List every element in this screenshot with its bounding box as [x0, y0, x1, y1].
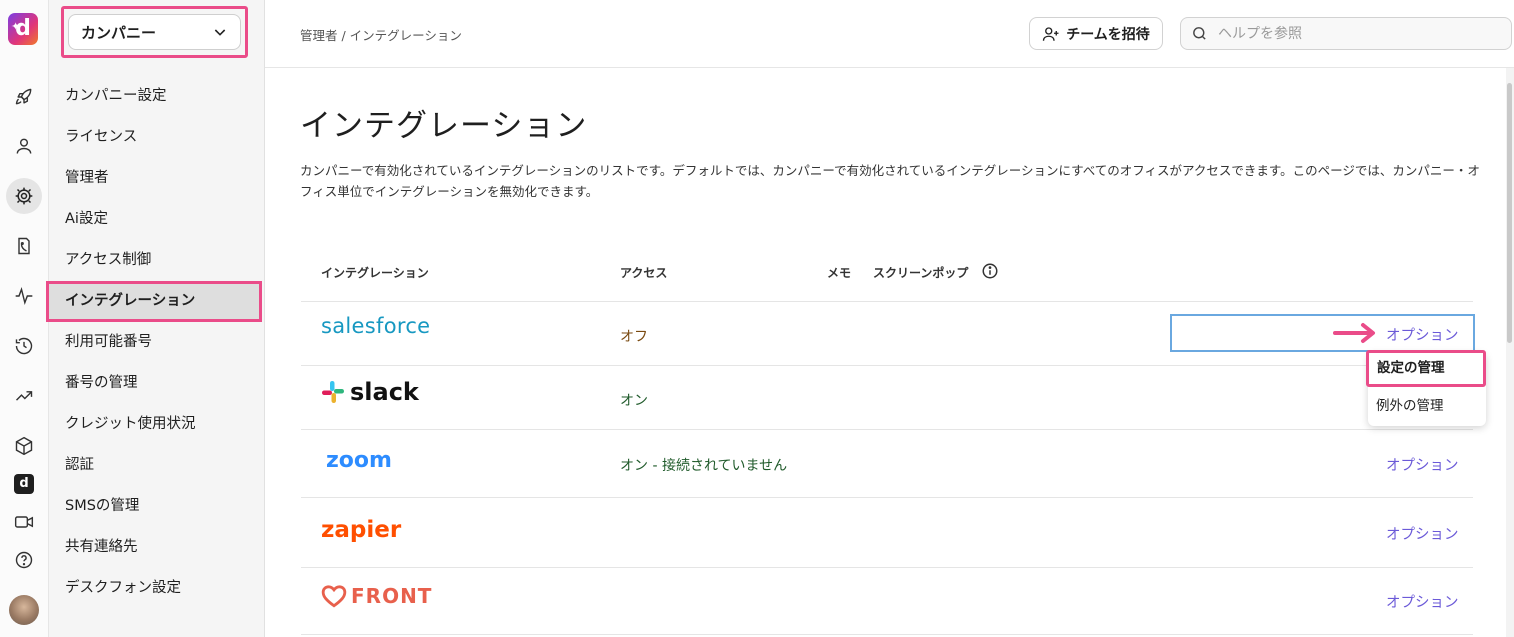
sidebar-item-sms-management[interactable]: SMSの管理 [49, 486, 264, 527]
chevron-down-icon [214, 29, 226, 36]
cube-icon[interactable] [6, 428, 42, 464]
invite-team-label: チームを招待 [1066, 26, 1150, 43]
menu-item-manage-exceptions[interactable]: 例外の管理 [1368, 394, 1486, 418]
history-icon[interactable] [6, 328, 42, 364]
trend-up-icon[interactable] [6, 378, 42, 414]
column-header-screenpop: スクリーンポップ [873, 266, 969, 280]
person-icon[interactable] [6, 128, 42, 164]
front-wordmark: FRONT [351, 584, 433, 608]
help-search[interactable] [1180, 17, 1512, 50]
sidebar-item-ai-settings[interactable]: Ai設定 [49, 199, 264, 240]
zoom-options-link[interactable]: オプション [1386, 454, 1459, 475]
column-header-integration: インテグレーション [321, 266, 429, 280]
info-icon[interactable] [981, 262, 999, 280]
sidebar-item-licenses[interactable]: ライセンス [49, 117, 264, 158]
page-description: カンパニーで有効化されているインテグレーションのリストです。デフォルトでは、カン… [300, 163, 1480, 199]
sidebar-item-authentication[interactable]: 認証 [49, 445, 264, 486]
row-divider [301, 634, 1473, 635]
row-divider [301, 365, 1473, 366]
row-divider [301, 497, 1473, 498]
sidebar-item-company-settings[interactable]: カンパニー設定 [49, 76, 264, 117]
slack-logo: slack [321, 378, 419, 406]
company-select-label: カンパニー [81, 23, 157, 42]
slack-hash-icon [322, 381, 344, 403]
sidebar-item-available-numbers[interactable]: 利用可能番号 [49, 322, 264, 363]
front-heart-icon [321, 585, 347, 608]
vertical-scrollbar[interactable] [1506, 68, 1514, 637]
zapier-options-link[interactable]: オプション [1386, 523, 1459, 544]
dialpad-app-icon[interactable]: d [6, 466, 42, 502]
salesforce-options-link[interactable]: オプション [1386, 324, 1459, 345]
sidebar-item-credit-usage[interactable]: クレジット使用状況 [49, 404, 264, 445]
zoom-access-status: オン - 接続されていません [620, 458, 788, 474]
help-search-input[interactable] [1216, 24, 1500, 43]
top-bar: 管理者 / インテグレーション チームを招待 [265, 0, 1514, 68]
sidebar-item-number-management[interactable]: 番号の管理 [49, 363, 264, 404]
options-dropdown-menu: 設定の管理 例外の管理 [1366, 350, 1486, 426]
search-icon [1193, 27, 1206, 40]
front-logo: FRONT [321, 583, 432, 609]
app-rail: ✦ d d [0, 0, 49, 637]
row-divider [301, 429, 1473, 430]
activity-pulse-icon[interactable] [6, 278, 42, 314]
video-camera-icon[interactable] [6, 504, 42, 540]
company-select[interactable]: カンパニー [61, 6, 248, 58]
menu-item-manage-settings[interactable]: 設定の管理 [1366, 350, 1486, 387]
pointer-arrow-icon [1333, 323, 1375, 343]
row-divider [301, 567, 1473, 568]
zapier-logo: zapier [321, 517, 402, 543]
settings-sidebar: カンパニー カンパニー設定 ライセンス 管理者 Ai設定 アクセス制御 インテグ… [46, 0, 265, 637]
salesforce-access-status: オフ [620, 329, 648, 345]
sidebar-item-access-control[interactable]: アクセス制御 [49, 240, 264, 281]
sidebar-item-deskphone-settings[interactable]: デスクフォン設定 [49, 568, 264, 609]
row-divider [301, 301, 1473, 302]
sidebar-item-shared-contacts[interactable]: 共有連絡先 [49, 527, 264, 568]
front-options-link[interactable]: オプション [1386, 591, 1459, 612]
help-icon[interactable] [6, 542, 42, 578]
column-header-access: アクセス [620, 266, 668, 280]
salesforce-logo: salesforce [321, 314, 431, 338]
add-user-icon [1043, 26, 1059, 41]
slack-access-status: オン [620, 393, 648, 409]
integrations-page: インテグレーション カンパニーで有効化されているインテグレーションのリストです。… [265, 68, 1505, 637]
scrollbar-thumb[interactable] [1507, 83, 1512, 343]
breadcrumb: 管理者 / インテグレーション [300, 28, 462, 43]
user-avatar[interactable] [9, 595, 39, 625]
page-title: インテグレーション [300, 108, 588, 144]
sidebar-item-integrations[interactable]: インテグレーション [46, 281, 262, 322]
invite-team-button[interactable]: チームを招待 [1029, 17, 1163, 50]
rocket-icon[interactable] [6, 79, 42, 115]
dialpad-logo-icon[interactable]: ✦ d [8, 13, 38, 45]
sidebar-item-admins[interactable]: 管理者 [49, 158, 264, 199]
zoom-logo: zoom [326, 448, 392, 473]
settings-gear-icon[interactable] [6, 178, 42, 214]
contact-center-icon[interactable] [6, 228, 42, 264]
column-header-memo: メモ [827, 266, 852, 280]
slack-wordmark: slack [350, 378, 419, 406]
